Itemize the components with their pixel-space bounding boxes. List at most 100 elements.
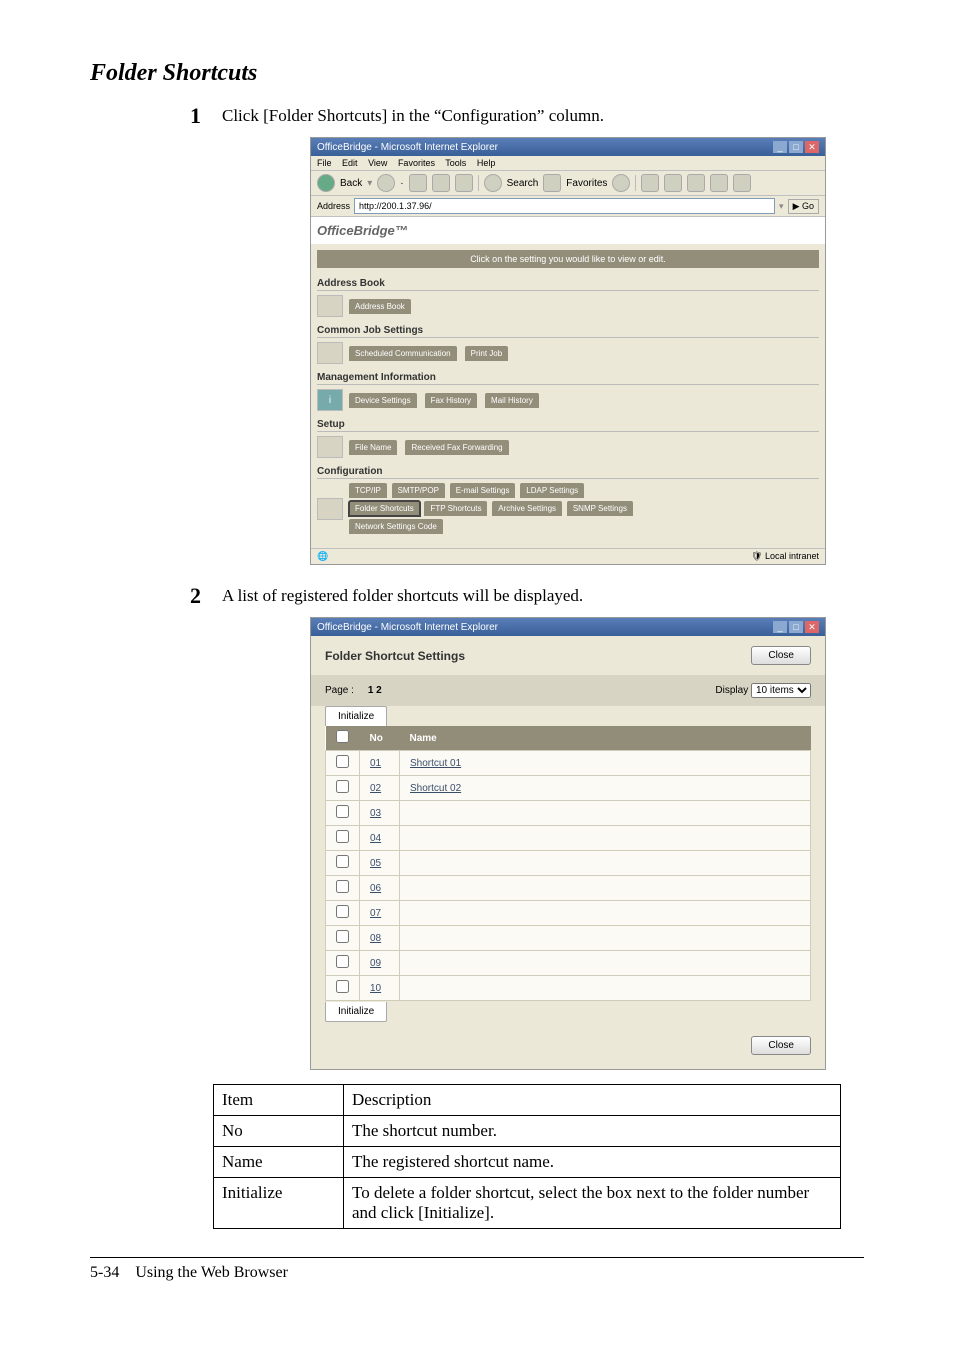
row-checkbox[interactable] <box>336 880 349 893</box>
section-head-setup: Setup <box>317 419 819 432</box>
page-numbers[interactable]: 1 2 <box>368 685 382 696</box>
menu-file[interactable]: File <box>317 158 332 168</box>
refresh-button[interactable] <box>432 174 450 192</box>
display-select[interactable]: 10 items <box>751 683 811 698</box>
page-number: 5-34 <box>90 1264 119 1281</box>
row-checkbox[interactable] <box>336 780 349 793</box>
tab-address-book[interactable]: Address Book <box>349 299 411 314</box>
back-button[interactable] <box>317 174 335 192</box>
table-row: 10 <box>326 976 811 1001</box>
row-checkbox[interactable] <box>336 855 349 868</box>
row-number-link[interactable]: 06 <box>370 883 381 894</box>
home-button[interactable] <box>455 174 473 192</box>
select-all-checkbox[interactable] <box>336 730 349 743</box>
step-1: 1 Click [Folder Shortcuts] in the “Confi… <box>190 103 864 129</box>
edit-button[interactable] <box>687 174 705 192</box>
close-button-bottom[interactable]: Close <box>751 1036 811 1055</box>
tab-file-name[interactable]: File Name <box>349 440 397 455</box>
table-row: 06 <box>326 876 811 901</box>
tab-smtp-pop[interactable]: SMTP/POP <box>392 483 445 498</box>
table-row: Name The registered shortcut name. <box>214 1147 841 1178</box>
initialize-tab-top[interactable]: Initialize <box>325 706 387 726</box>
go-button[interactable]: ▶ Go <box>788 199 819 214</box>
initialize-tab-bottom[interactable]: Initialize <box>325 1002 387 1022</box>
close-icon[interactable]: ✕ <box>805 141 819 153</box>
favorites-label: Favorites <box>566 178 607 189</box>
menu-view[interactable]: View <box>368 158 387 168</box>
row-number-link[interactable]: 02 <box>370 783 381 794</box>
tab-received-fax[interactable]: Received Fax Forwarding <box>405 440 508 455</box>
tab-email-settings[interactable]: E-mail Settings <box>450 483 516 498</box>
row-checkbox[interactable] <box>336 755 349 768</box>
menu-favorites[interactable]: Favorites <box>398 158 435 168</box>
job-icon <box>317 342 343 364</box>
row-number-link[interactable]: 09 <box>370 958 381 969</box>
row-number-link[interactable]: 04 <box>370 833 381 844</box>
row-number-link[interactable]: 07 <box>370 908 381 919</box>
messenger-button[interactable] <box>733 174 751 192</box>
maximize-icon[interactable]: □ <box>789 141 803 153</box>
tab-folder-shortcuts[interactable]: Folder Shortcuts <box>349 501 420 516</box>
stop-button[interactable] <box>409 174 427 192</box>
menu-help[interactable]: Help <box>477 158 496 168</box>
section-title: Folder Shortcuts <box>90 60 864 87</box>
row-number-link[interactable]: 08 <box>370 933 381 944</box>
tab-archive-settings[interactable]: Archive Settings <box>492 501 562 516</box>
tab-tcpip[interactable]: TCP/IP <box>349 483 387 498</box>
print-button[interactable] <box>664 174 682 192</box>
tab-fax-history[interactable]: Fax History <box>425 393 477 408</box>
search-icon[interactable] <box>484 174 502 192</box>
tab-ftp-shortcuts[interactable]: FTP Shortcuts <box>424 501 487 516</box>
row-checkbox[interactable] <box>336 905 349 918</box>
favorites-icon[interactable] <box>543 174 561 192</box>
minimize-icon[interactable]: _ <box>773 141 787 153</box>
forward-button[interactable] <box>377 174 395 192</box>
section-head-common: Common Job Settings <box>317 325 819 338</box>
address-label: Address <box>317 201 350 211</box>
minimize-icon[interactable]: _ <box>773 621 787 633</box>
row-number-link[interactable]: 05 <box>370 858 381 869</box>
status-zone: 🛡 Local intranet <box>751 551 819 562</box>
row-number-link[interactable]: 01 <box>370 758 381 769</box>
row-name-link[interactable]: Shortcut 01 <box>410 758 461 769</box>
tab-scheduled-comm[interactable]: Scheduled Communication <box>349 346 457 361</box>
table-row: 02 Shortcut 02 <box>326 776 811 801</box>
close-button[interactable]: Close <box>751 646 811 665</box>
discuss-button[interactable] <box>710 174 728 192</box>
row-number-link[interactable]: 03 <box>370 808 381 819</box>
history-button[interactable] <box>612 174 630 192</box>
maximize-icon[interactable]: □ <box>789 621 803 633</box>
row-checkbox[interactable] <box>336 930 349 943</box>
desc-header-desc: Description <box>344 1085 841 1116</box>
row-checkbox[interactable] <box>336 805 349 818</box>
tab-mail-history[interactable]: Mail History <box>485 393 539 408</box>
tab-device-settings[interactable]: Device Settings <box>349 393 417 408</box>
row-checkbox[interactable] <box>336 830 349 843</box>
row-checkbox[interactable] <box>336 955 349 968</box>
user-icon <box>317 295 343 317</box>
tab-print-job[interactable]: Print Job <box>465 346 509 361</box>
address-input[interactable] <box>354 198 775 214</box>
close-icon[interactable]: ✕ <box>805 621 819 633</box>
row-name-link[interactable]: Shortcut 02 <box>410 783 461 794</box>
description-table: Item Description No The shortcut number.… <box>213 1084 841 1229</box>
row-number-link[interactable]: 10 <box>370 983 381 994</box>
desc-header-item: Item <box>214 1085 344 1116</box>
title-bar: OfficeBridge - Microsoft Internet Explor… <box>311 618 825 636</box>
menu-tools[interactable]: Tools <box>445 158 466 168</box>
row-checkbox[interactable] <box>336 980 349 993</box>
menu-edit[interactable]: Edit <box>342 158 358 168</box>
footer-label: Using the Web Browser <box>135 1264 288 1281</box>
col-header-no: No <box>360 726 400 751</box>
officebridge-logo: OfficeBridge™ <box>311 217 825 244</box>
section-setup: Setup File Name Received Fax Forwarding <box>317 419 819 458</box>
step-2: 2 A list of registered folder shortcuts … <box>190 583 864 609</box>
table-row: No The shortcut number. <box>214 1116 841 1147</box>
mail-button[interactable] <box>641 174 659 192</box>
table-row: 01 Shortcut 01 <box>326 751 811 776</box>
tab-ldap-settings[interactable]: LDAP Settings <box>520 483 584 498</box>
tab-snmp-settings[interactable]: SNMP Settings <box>567 501 633 516</box>
tab-network-code[interactable]: Network Settings Code <box>349 519 443 534</box>
step-text: A list of registered folder shortcuts wi… <box>222 583 583 606</box>
browser-window-2: OfficeBridge - Microsoft Internet Explor… <box>310 617 826 1070</box>
